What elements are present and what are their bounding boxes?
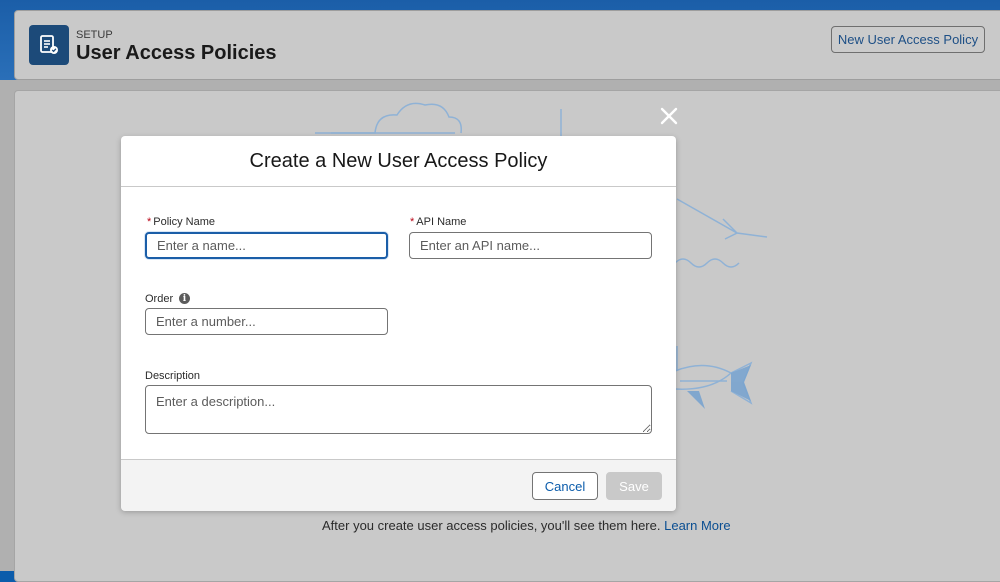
page-title: User Access Policies (76, 42, 277, 64)
modal-header: Create a New User Access Policy (121, 136, 676, 187)
page-header: SETUP User Access Policies New User Acce… (14, 10, 1000, 80)
save-button[interactable]: Save (606, 472, 662, 500)
policy-document-icon (29, 25, 69, 65)
order-input[interactable] (145, 308, 388, 335)
empty-state-message: After you create user access policies, y… (322, 518, 731, 533)
required-marker: * (147, 216, 152, 228)
new-user-access-policy-button[interactable]: New User Access Policy (831, 26, 985, 53)
info-icon[interactable]: i (179, 293, 190, 304)
learn-more-link[interactable]: Learn More (664, 518, 730, 533)
create-policy-modal: Create a New User Access Policy * Policy … (121, 136, 676, 511)
modal-footer: Cancel Save (121, 459, 676, 511)
policy-name-label: * Policy Name (147, 216, 215, 228)
policy-name-input[interactable] (145, 232, 388, 259)
api-name-label-text: API Name (416, 216, 467, 228)
description-textarea[interactable] (145, 385, 652, 434)
cancel-button[interactable]: Cancel (532, 472, 598, 500)
description-label: Description (145, 370, 201, 382)
page-eyebrow: SETUP (76, 29, 113, 41)
required-marker: * (410, 216, 415, 228)
policy-name-label-text: Policy Name (153, 216, 216, 228)
empty-state-text: After you create user access policies, y… (322, 518, 661, 533)
close-icon[interactable] (657, 104, 681, 128)
order-label: Order (145, 293, 174, 305)
api-name-input[interactable] (409, 232, 652, 259)
modal-title: Create a New User Access Policy (249, 149, 548, 172)
api-name-label: * API Name (410, 216, 466, 228)
